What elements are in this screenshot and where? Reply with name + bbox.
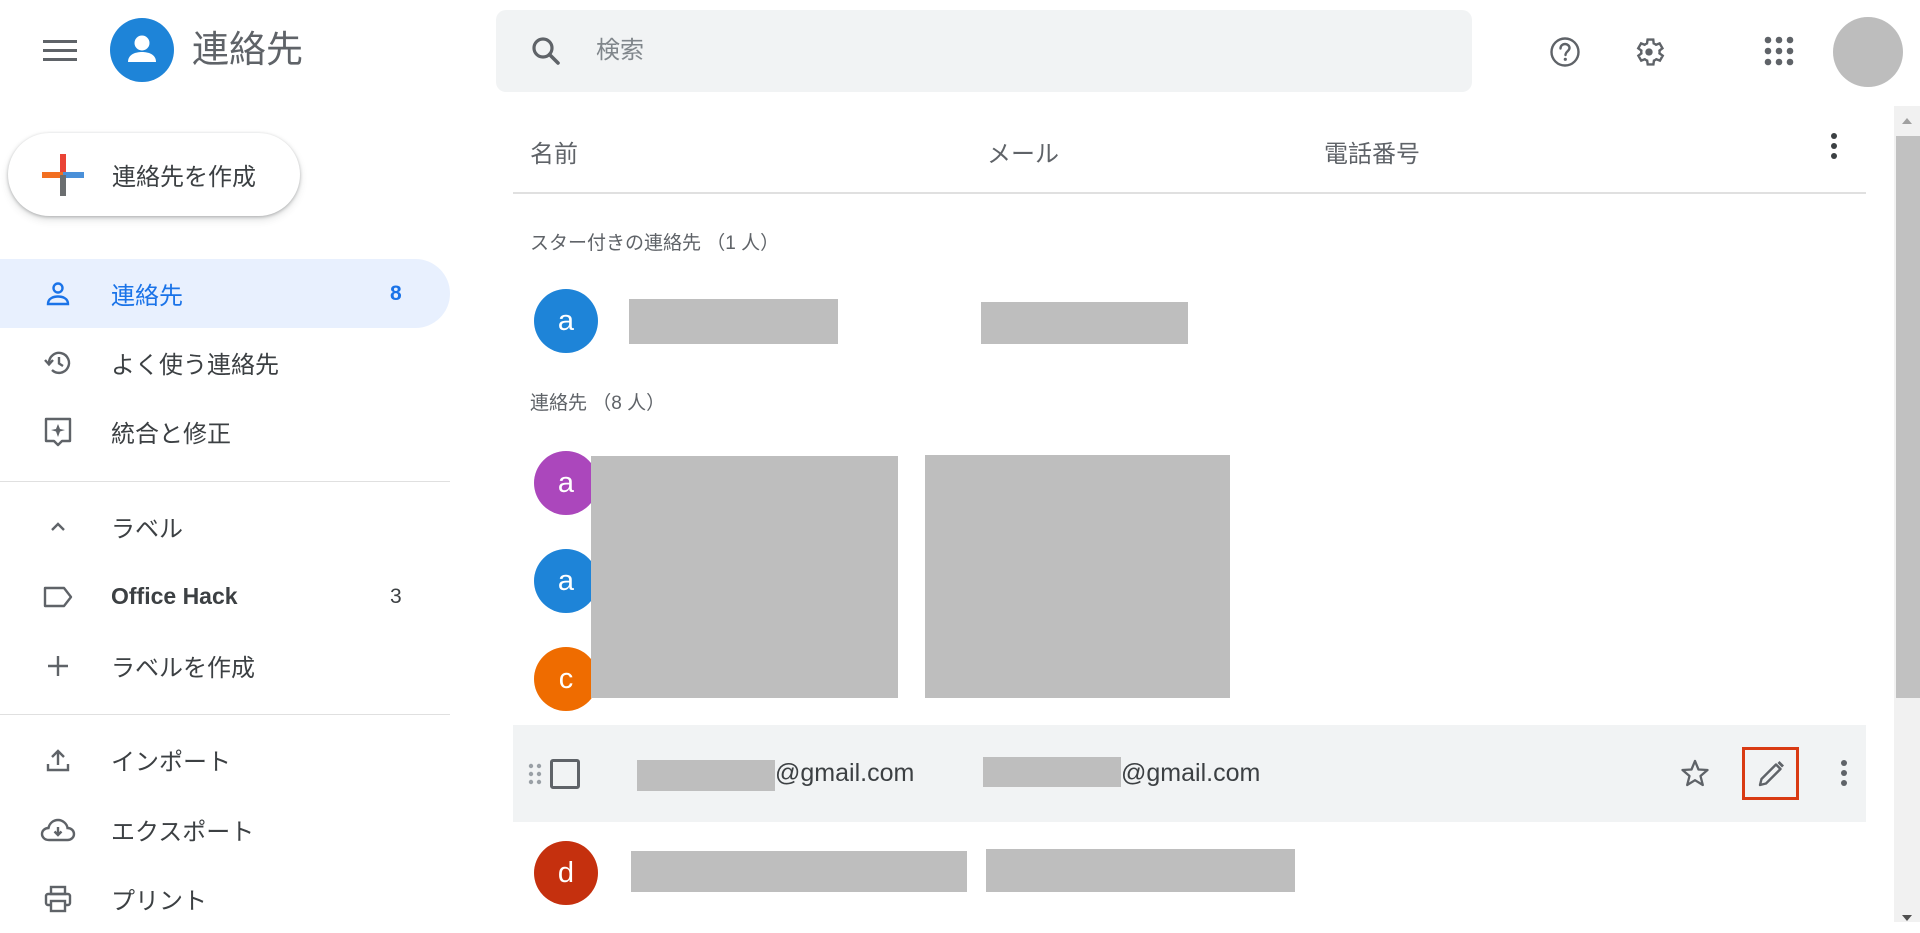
row-more-button[interactable] xyxy=(1824,753,1864,793)
person-outline-icon xyxy=(38,274,78,314)
contact-row[interactable]: d xyxy=(513,838,1866,922)
chevron-up-icon xyxy=(38,507,78,547)
label-count: 3 xyxy=(390,584,402,608)
create-label-button[interactable]: ラベルを作成 xyxy=(0,631,450,700)
plus-icon xyxy=(38,646,78,686)
sidebar-item-label: 連絡先 xyxy=(111,283,183,310)
main-menu-button[interactable] xyxy=(36,26,84,74)
redacted-email xyxy=(981,302,1188,344)
star-outline-icon xyxy=(1681,759,1709,787)
settings-button[interactable] xyxy=(1625,28,1673,76)
sidebar-item-label-office-hack[interactable]: Office Hack 3 xyxy=(0,562,450,631)
search-input[interactable] xyxy=(596,37,1396,65)
sidebar-item-label: プリント xyxy=(111,888,207,915)
sidebar-item-label: よく使う連絡先 xyxy=(111,352,279,379)
sidebar-item-export[interactable]: エクスポート xyxy=(0,795,450,864)
help-button[interactable] xyxy=(1541,28,1589,76)
search-icon xyxy=(532,37,560,65)
gear-icon xyxy=(1636,38,1665,66)
label-outline-icon xyxy=(38,577,78,617)
help-circle-icon xyxy=(1550,37,1580,67)
contact-avatar[interactable]: a xyxy=(534,549,598,613)
colorful-plus-icon xyxy=(40,152,86,198)
header-divider xyxy=(513,192,1866,194)
sidebar-item-import[interactable]: インポート xyxy=(0,725,450,794)
starred-section-label: スター付きの連絡先 （1 人） xyxy=(530,233,780,254)
scroll-down-button[interactable] xyxy=(1894,908,1920,922)
hamburger-menu-icon xyxy=(43,40,77,61)
printer-icon xyxy=(38,879,78,919)
search-bar[interactable] xyxy=(496,10,1472,92)
contacts-count: 8 xyxy=(390,281,402,305)
sidebar-item-print[interactable]: プリント xyxy=(0,864,450,933)
contacts-section-label: 連絡先 （8 人） xyxy=(530,393,666,414)
drag-handle-icon[interactable] xyxy=(528,762,542,786)
redacted-name xyxy=(631,851,967,892)
redacted-email xyxy=(983,757,1121,787)
scroll-up-button[interactable] xyxy=(1894,106,1920,136)
contact-row-starred[interactable]: a xyxy=(513,285,1866,355)
sidebar-item-label: インポート xyxy=(111,749,231,776)
google-apps-button[interactable] xyxy=(1755,27,1803,75)
scrollbar-thumb[interactable] xyxy=(1896,136,1920,698)
star-button[interactable] xyxy=(1675,753,1715,793)
more-vert-icon xyxy=(1841,760,1847,786)
column-header-email[interactable]: メール xyxy=(987,134,1059,169)
contacts-logo xyxy=(110,18,174,82)
create-contact-button[interactable]: 連絡先を作成 xyxy=(8,133,300,216)
redacted-email xyxy=(986,849,1295,892)
contact-row-hovered[interactable]: @gmail.com @gmail.com xyxy=(513,725,1866,822)
select-checkbox[interactable] xyxy=(550,759,580,789)
sidebar-divider xyxy=(0,714,450,715)
redacted-name xyxy=(629,299,838,344)
sidebar-item-frequent[interactable]: よく使う連絡先 xyxy=(0,328,450,397)
contacts-person-icon xyxy=(128,35,156,62)
contact-avatar[interactable]: a xyxy=(534,451,598,515)
list-options-button[interactable] xyxy=(1818,126,1850,166)
contact-avatar: a xyxy=(534,289,598,353)
edit-contact-button[interactable] xyxy=(1742,747,1799,800)
redacted-emails-block xyxy=(925,455,1230,698)
cloud-download-icon xyxy=(38,810,78,850)
redacted-names-block xyxy=(591,456,898,698)
labels-header: ラベル xyxy=(111,516,183,543)
contact-name-suffix: @gmail.com xyxy=(775,759,915,787)
sidebar-divider xyxy=(0,481,450,482)
create-contact-label: 連絡先を作成 xyxy=(112,164,256,191)
arrow-down-icon xyxy=(1902,915,1912,921)
contact-avatar: d xyxy=(534,841,598,905)
sidebar-item-merge-fix[interactable]: 統合と修正 xyxy=(0,397,450,466)
contact-email-suffix: @gmail.com xyxy=(1121,759,1261,787)
pencil-edit-icon xyxy=(1758,760,1784,786)
app-title: 連絡先 xyxy=(192,29,303,70)
labels-toggle[interactable]: ラベル xyxy=(0,492,450,561)
apps-grid-icon xyxy=(1764,36,1794,66)
arrow-up-icon xyxy=(1902,118,1912,124)
account-avatar[interactable] xyxy=(1833,17,1903,87)
upload-icon xyxy=(38,740,78,780)
search-button[interactable] xyxy=(526,31,566,71)
contact-rows-group: a a c xyxy=(513,448,1866,711)
history-icon xyxy=(38,343,78,383)
redacted-name xyxy=(637,760,775,791)
column-header-name[interactable]: 名前 xyxy=(530,134,578,169)
more-vert-icon xyxy=(1831,133,1837,159)
sidebar-item-label: 統合と修正 xyxy=(111,421,231,448)
column-header-phone[interactable]: 電話番号 xyxy=(1324,134,1420,169)
merge-fix-icon xyxy=(38,412,78,452)
sidebar-item-label: ラベルを作成 xyxy=(111,655,255,682)
contact-avatar[interactable]: c xyxy=(534,647,598,711)
sidebar-item-label: エクスポート xyxy=(111,819,255,846)
sidebar-item-contacts[interactable]: 連絡先 8 xyxy=(0,259,450,328)
sidebar-item-label: Office Hack xyxy=(111,583,238,609)
